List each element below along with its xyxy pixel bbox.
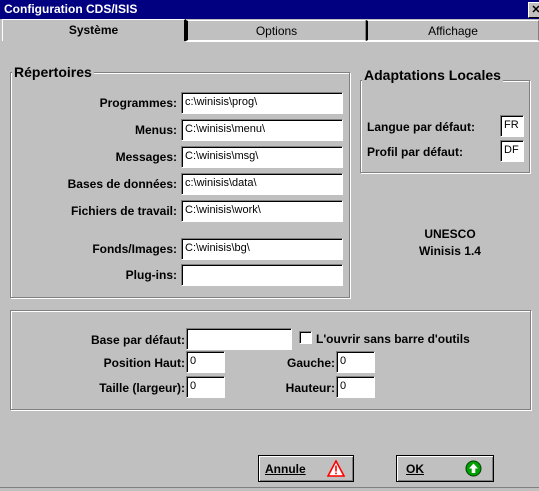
hauteur-field[interactable]: 0 (336, 376, 375, 398)
position-haut-field[interactable]: 0 (186, 351, 225, 373)
menus-label: Menus: (135, 123, 177, 137)
hauteur-label: Hauteur: (285, 381, 335, 395)
langue-label: Langue par défaut: (367, 120, 476, 134)
version-label: Winisis 1.4 (419, 244, 481, 258)
tab-options[interactable]: Options (186, 20, 366, 41)
fichiers-label: Fichiers de travail: (70, 204, 177, 218)
config-window: Configuration CDS/ISIS ✕ Système Options… (0, 0, 539, 491)
tab-affichage[interactable]: Affichage (366, 20, 539, 41)
annule-button-label: Annule (265, 462, 306, 476)
warning-icon (326, 459, 346, 480)
plugins-label: Plug-ins: (125, 268, 177, 282)
window-title: Configuration CDS/ISIS (4, 2, 138, 16)
position-haut-label: Position Haut: (103, 356, 185, 370)
adaptations-legend: Adaptations Locales (362, 67, 503, 83)
tab-affichage-label: Affichage (428, 24, 478, 38)
defaults-group (10, 310, 531, 410)
bases-label: Bases de données: (67, 177, 177, 191)
tab-options-label: Options (255, 24, 298, 38)
base-defaut-field[interactable] (186, 328, 292, 350)
bases-field[interactable]: c:\winisis\data\ (181, 173, 343, 195)
title-bar[interactable]: Configuration CDS/ISIS ✕ (0, 0, 539, 19)
profil-label: Profil par défaut: (367, 145, 464, 159)
menus-field[interactable]: C:\winisis\menu\ (181, 119, 343, 141)
window-bottom-edge (0, 487, 539, 488)
messages-label: Messages: (115, 150, 177, 164)
green-up-arrow-icon (465, 460, 482, 480)
ouvrir-label: L'ouvrir sans barre d'outils (316, 332, 470, 346)
fonds-label: Fonds/Images: (92, 242, 177, 256)
profil-field[interactable]: DF (500, 140, 524, 162)
ok-button[interactable]: OK (396, 455, 494, 482)
ouvrir-checkbox[interactable] (299, 331, 312, 344)
close-button[interactable]: ✕ (528, 2, 539, 18)
gauche-field[interactable]: 0 (336, 351, 375, 373)
programmes-field[interactable]: c:\winisis\prog\ (181, 92, 343, 114)
close-icon: ✕ (531, 4, 539, 16)
gauche-label: Gauche: (286, 356, 335, 370)
langue-field[interactable]: FR (500, 115, 524, 137)
ok-button-label: OK (406, 462, 424, 476)
plugins-field[interactable] (181, 264, 343, 286)
annule-button[interactable]: Annule (258, 455, 354, 482)
tab-systeme[interactable]: Système (2, 19, 186, 41)
repertoires-legend: Répertoires (12, 64, 94, 80)
taille-field[interactable]: 0 (186, 376, 225, 398)
fichiers-field[interactable]: C:\winisis\work\ (181, 200, 343, 222)
tab-systeme-label: Système (68, 23, 119, 37)
programmes-label: Programmes: (99, 96, 177, 110)
unesco-label: UNESCO (424, 227, 476, 241)
fonds-field[interactable]: C:\winisis\bg\ (181, 238, 343, 260)
messages-field[interactable]: C:\winisis\msg\ (181, 146, 343, 168)
tab-baseline (186, 41, 539, 42)
base-defaut-label: Base par défaut: (90, 333, 185, 347)
taille-label: Taille (largeur): (99, 381, 185, 395)
